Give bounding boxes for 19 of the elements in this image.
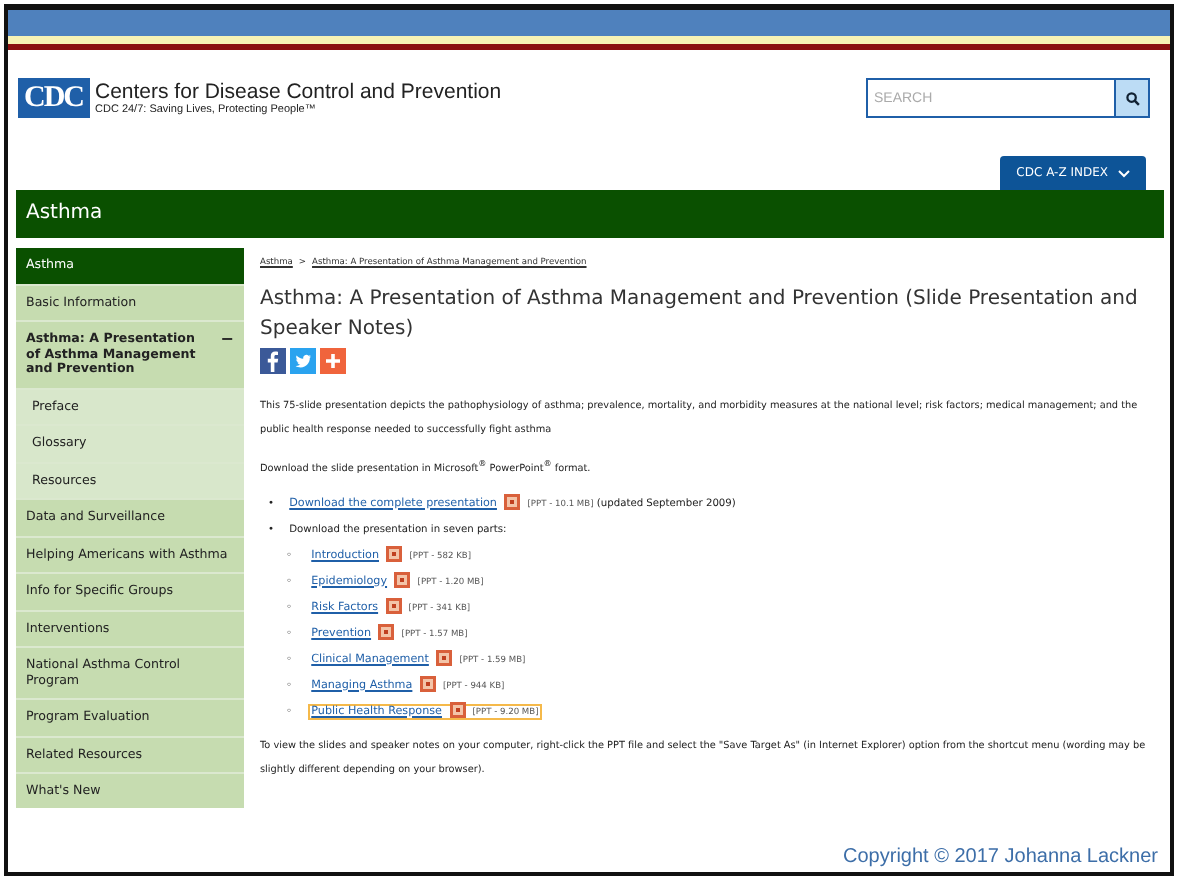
search-button[interactable] bbox=[1114, 78, 1150, 118]
powerpoint-icon bbox=[386, 546, 403, 563]
powerpoint-icon bbox=[436, 650, 453, 667]
organization-name: Centers for Disease Control and Prevention bbox=[95, 79, 502, 103]
powerpoint-icon bbox=[385, 598, 402, 615]
powerpoint-icon bbox=[449, 702, 466, 719]
powerpoint-icon bbox=[394, 572, 411, 589]
chevron-down-icon bbox=[1118, 169, 1130, 177]
powerpoint-icon bbox=[419, 676, 436, 693]
plus-icon[interactable] bbox=[320, 348, 346, 374]
powerpoint-icon bbox=[378, 624, 395, 641]
search-icon bbox=[1125, 91, 1139, 105]
page-title: Asthma: A Presentation of Asthma Management and Prevention (Slide Presentation and Speaker Notes) bbox=[260, 286, 1140, 344]
facebook-icon[interactable] bbox=[260, 348, 286, 374]
collapse-toggle[interactable]: − bbox=[220, 332, 234, 377]
section-banner: Asthma bbox=[16, 190, 1164, 238]
powerpoint-icon bbox=[504, 494, 521, 511]
cdc-logo[interactable]: CDC bbox=[18, 78, 89, 118]
copyright-text: Copyright © 2017 Johanna Lackner bbox=[843, 846, 1158, 868]
